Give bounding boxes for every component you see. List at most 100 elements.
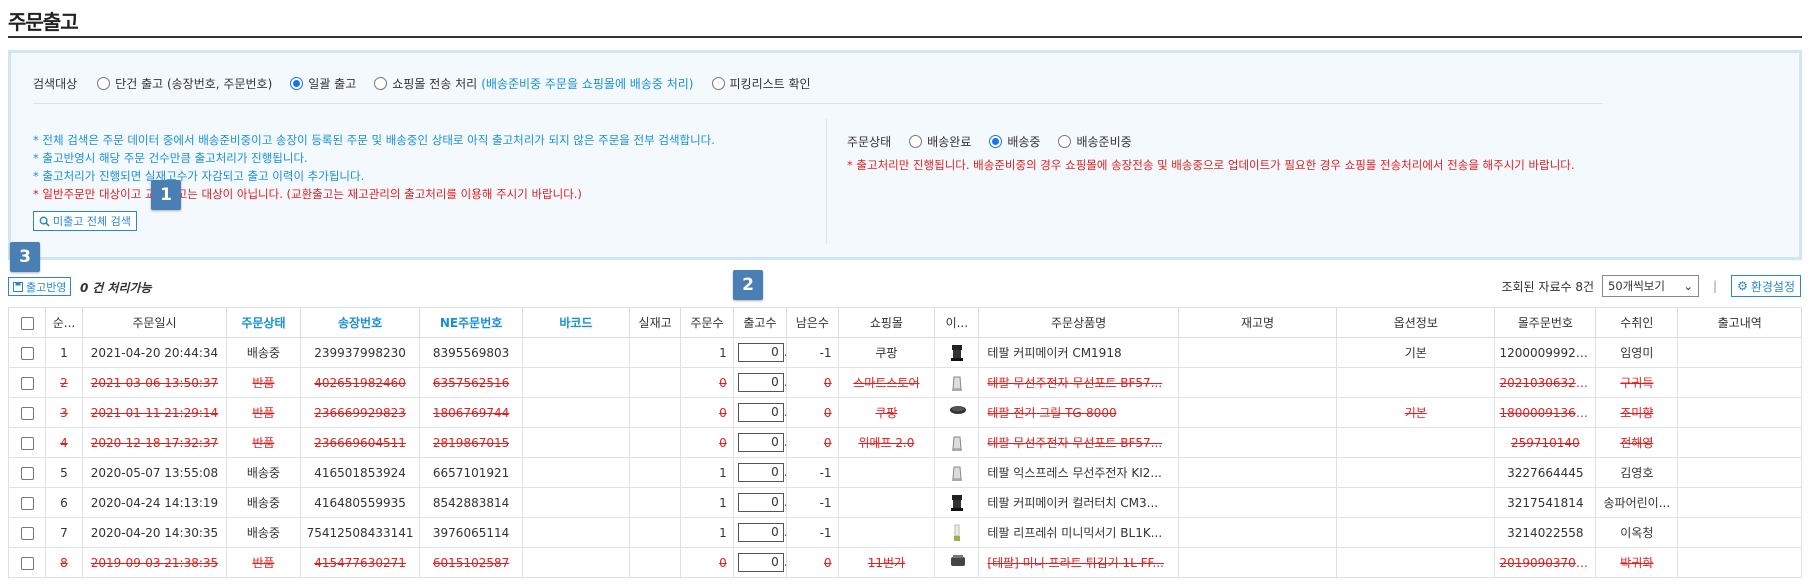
cell-image[interactable] bbox=[934, 547, 980, 578]
row-checkbox-cell[interactable] bbox=[8, 337, 46, 368]
cell-ordered: 1 bbox=[680, 457, 734, 488]
row-checkbox-cell[interactable] bbox=[8, 367, 46, 398]
shipped-qty-input[interactable]: 0 bbox=[737, 553, 784, 572]
row-checkbox[interactable] bbox=[20, 466, 34, 480]
cell-image[interactable] bbox=[934, 427, 980, 458]
radio-dot-selected[interactable] bbox=[989, 135, 1003, 148]
radio-dot[interactable] bbox=[1058, 135, 1072, 148]
col-mall[interactable]: 쇼핑몰 bbox=[837, 307, 936, 338]
status-preparing-radio[interactable]: 배송준비중 bbox=[1058, 133, 1132, 150]
row-checkbox[interactable] bbox=[20, 526, 34, 540]
col-image[interactable]: 이... bbox=[934, 307, 980, 338]
table-row[interactable]: 3 2021-01-11 21:29:14 반품 236669929823 180676… bbox=[8, 397, 1802, 428]
cell-image[interactable] bbox=[934, 397, 980, 428]
shipped-qty-input[interactable]: 0 bbox=[737, 403, 784, 422]
row-checkbox-cell[interactable] bbox=[8, 547, 46, 578]
radio-dot[interactable] bbox=[97, 77, 111, 90]
table-row[interactable]: 7 2020-04-20 14:30:35 배송중 75412508433141 397… bbox=[8, 517, 1802, 548]
target-mall-radio[interactable]: 쇼핑몰 전송 처리 (배송준비중 주문을 쇼핑몰에 배송중 처리) bbox=[374, 75, 694, 92]
coffee-maker-icon[interactable] bbox=[949, 494, 965, 512]
kettle-icon[interactable] bbox=[949, 374, 965, 392]
target-picking-radio[interactable]: 피킹리스트 확인 bbox=[711, 75, 811, 92]
cell-product[interactable]: 테팔 커피메이커 CM1918 bbox=[978, 337, 1179, 368]
row-checkbox-cell[interactable] bbox=[8, 397, 46, 428]
cell-no: 8 bbox=[45, 547, 83, 578]
table-row[interactable]: 6 2020-04-24 14:13:19 배송중 416480559935 85428… bbox=[8, 487, 1802, 518]
target-bulk-radio[interactable]: 일괄 출고 bbox=[290, 75, 356, 92]
kettle-icon[interactable] bbox=[949, 464, 965, 482]
cell-product[interactable]: 테팔 익스프레스 무선주전자 KI2... bbox=[978, 457, 1179, 488]
col-receiver[interactable]: 수취인 bbox=[1595, 307, 1679, 338]
table-row[interactable]: 4 2020-12-18 17:32:37 반품 236669604511 281986… bbox=[8, 427, 1802, 458]
cell-barcode bbox=[521, 517, 630, 548]
apply-shipment-button[interactable]: 출고반영 bbox=[8, 277, 72, 296]
table-row[interactable]: 8 2019-09-03 21:38:35 반품 415477630271 601510… bbox=[8, 547, 1802, 578]
shipped-qty-input[interactable]: 0 bbox=[737, 493, 784, 512]
radio-dot[interactable] bbox=[711, 77, 725, 90]
shipped-qty-input[interactable]: 0 bbox=[737, 433, 784, 452]
page-size-select[interactable]: 50개씩보기 ⌄ bbox=[1602, 275, 1700, 297]
table-row[interactable]: 2 2021-03-06 13:50:37 반품 402651982460 635756… bbox=[8, 367, 1802, 398]
shipped-qty-input[interactable]: 0 bbox=[737, 343, 784, 362]
shipped-qty-input[interactable]: 0 bbox=[737, 463, 784, 482]
row-checkbox[interactable] bbox=[20, 346, 34, 360]
cell-no: 3 bbox=[45, 397, 83, 428]
cell-product[interactable]: 테팔 무선주전자 무선포트 BF57... bbox=[978, 427, 1179, 458]
row-checkbox[interactable] bbox=[20, 436, 34, 450]
col-order-status[interactable]: 주문상태 bbox=[225, 307, 301, 338]
col-invoice[interactable]: 송장번호 bbox=[299, 307, 421, 338]
row-checkbox-cell[interactable] bbox=[8, 457, 46, 488]
cell-stock bbox=[628, 337, 682, 368]
col-mall-order[interactable]: 몰주문번호 bbox=[1494, 307, 1597, 338]
coffee-maker-icon[interactable] bbox=[949, 344, 965, 362]
row-checkbox[interactable] bbox=[20, 556, 34, 570]
unshipped-search-button[interactable]: 미출고 전체 검색 bbox=[33, 211, 137, 231]
table-row[interactable]: 5 2020-05-07 13:55:08 배송중 416501853924 66571… bbox=[8, 457, 1802, 488]
blender-icon[interactable] bbox=[949, 524, 965, 542]
select-all-checkbox[interactable] bbox=[20, 316, 34, 330]
cell-image[interactable] bbox=[934, 487, 980, 518]
cell-product[interactable]: 테팔 전기 그릴 TG-8000 bbox=[978, 397, 1179, 428]
row-checkbox[interactable] bbox=[20, 406, 34, 420]
row-checkbox[interactable] bbox=[20, 376, 34, 390]
target-single-radio[interactable]: 단건 출고 (송장번호, 주문번호) bbox=[97, 75, 272, 92]
cell-order-status: 배송중 bbox=[225, 517, 301, 548]
cell-product[interactable]: 테팔 무선주전자 무선포트 BF57... bbox=[978, 367, 1179, 398]
row-checkbox-cell[interactable] bbox=[8, 487, 46, 518]
shipped-qty-input[interactable]: 0 bbox=[737, 373, 784, 392]
shipped-qty-input[interactable]: 0 bbox=[737, 523, 784, 542]
kettle-icon[interactable] bbox=[949, 434, 965, 452]
col-no[interactable]: 순... bbox=[45, 307, 83, 338]
cell-product[interactable]: 테팔 커피메이커 컬러터치 CM3... bbox=[978, 487, 1179, 518]
select-all-checkbox-cell[interactable] bbox=[8, 307, 46, 338]
table-row[interactable]: 1 2021-04-20 20:44:34 배송중 239937998230 83955… bbox=[8, 337, 1802, 368]
radio-dot[interactable] bbox=[374, 77, 388, 90]
col-history[interactable]: 출고내역 bbox=[1677, 307, 1802, 338]
cell-image[interactable] bbox=[934, 457, 980, 488]
row-checkbox[interactable] bbox=[20, 496, 34, 510]
col-product[interactable]: 주문상품명 bbox=[978, 307, 1179, 338]
col-barcode[interactable]: 바코드 bbox=[521, 307, 630, 338]
col-stock-name[interactable]: 재고명 bbox=[1177, 307, 1338, 338]
grill-icon[interactable] bbox=[949, 404, 966, 422]
col-ne-order[interactable]: NE주문번호 bbox=[419, 307, 523, 338]
radio-dot-selected[interactable] bbox=[290, 77, 304, 90]
radio-dot[interactable] bbox=[909, 135, 923, 148]
settings-button[interactable]: ⚙ 환경설정 bbox=[1731, 275, 1801, 297]
cell-image[interactable] bbox=[934, 517, 980, 548]
col-remain[interactable]: 남은수 bbox=[786, 307, 839, 338]
status-shipping-radio[interactable]: 배송중 bbox=[989, 133, 1040, 150]
col-shipped[interactable]: 출고수 bbox=[732, 307, 788, 338]
col-option[interactable]: 옵션정보 bbox=[1336, 307, 1496, 338]
col-stock[interactable]: 실재고 bbox=[628, 307, 682, 338]
cell-product[interactable]: 테팔 리프레쉬 미니믹서기 BL1K... bbox=[978, 517, 1179, 548]
cell-image[interactable] bbox=[934, 367, 980, 398]
row-checkbox-cell[interactable] bbox=[8, 517, 46, 548]
col-order-date[interactable]: 주문일시 bbox=[82, 307, 227, 338]
fryer-icon[interactable] bbox=[949, 554, 965, 572]
row-checkbox-cell[interactable] bbox=[8, 427, 46, 458]
cell-image[interactable] bbox=[934, 337, 980, 368]
status-delivered-radio[interactable]: 배송완료 bbox=[909, 133, 971, 150]
cell-product[interactable]: [테팔] 미니 프라트 튀김기 1L FF... bbox=[978, 547, 1179, 578]
col-ordered[interactable]: 주문수 bbox=[680, 307, 734, 338]
